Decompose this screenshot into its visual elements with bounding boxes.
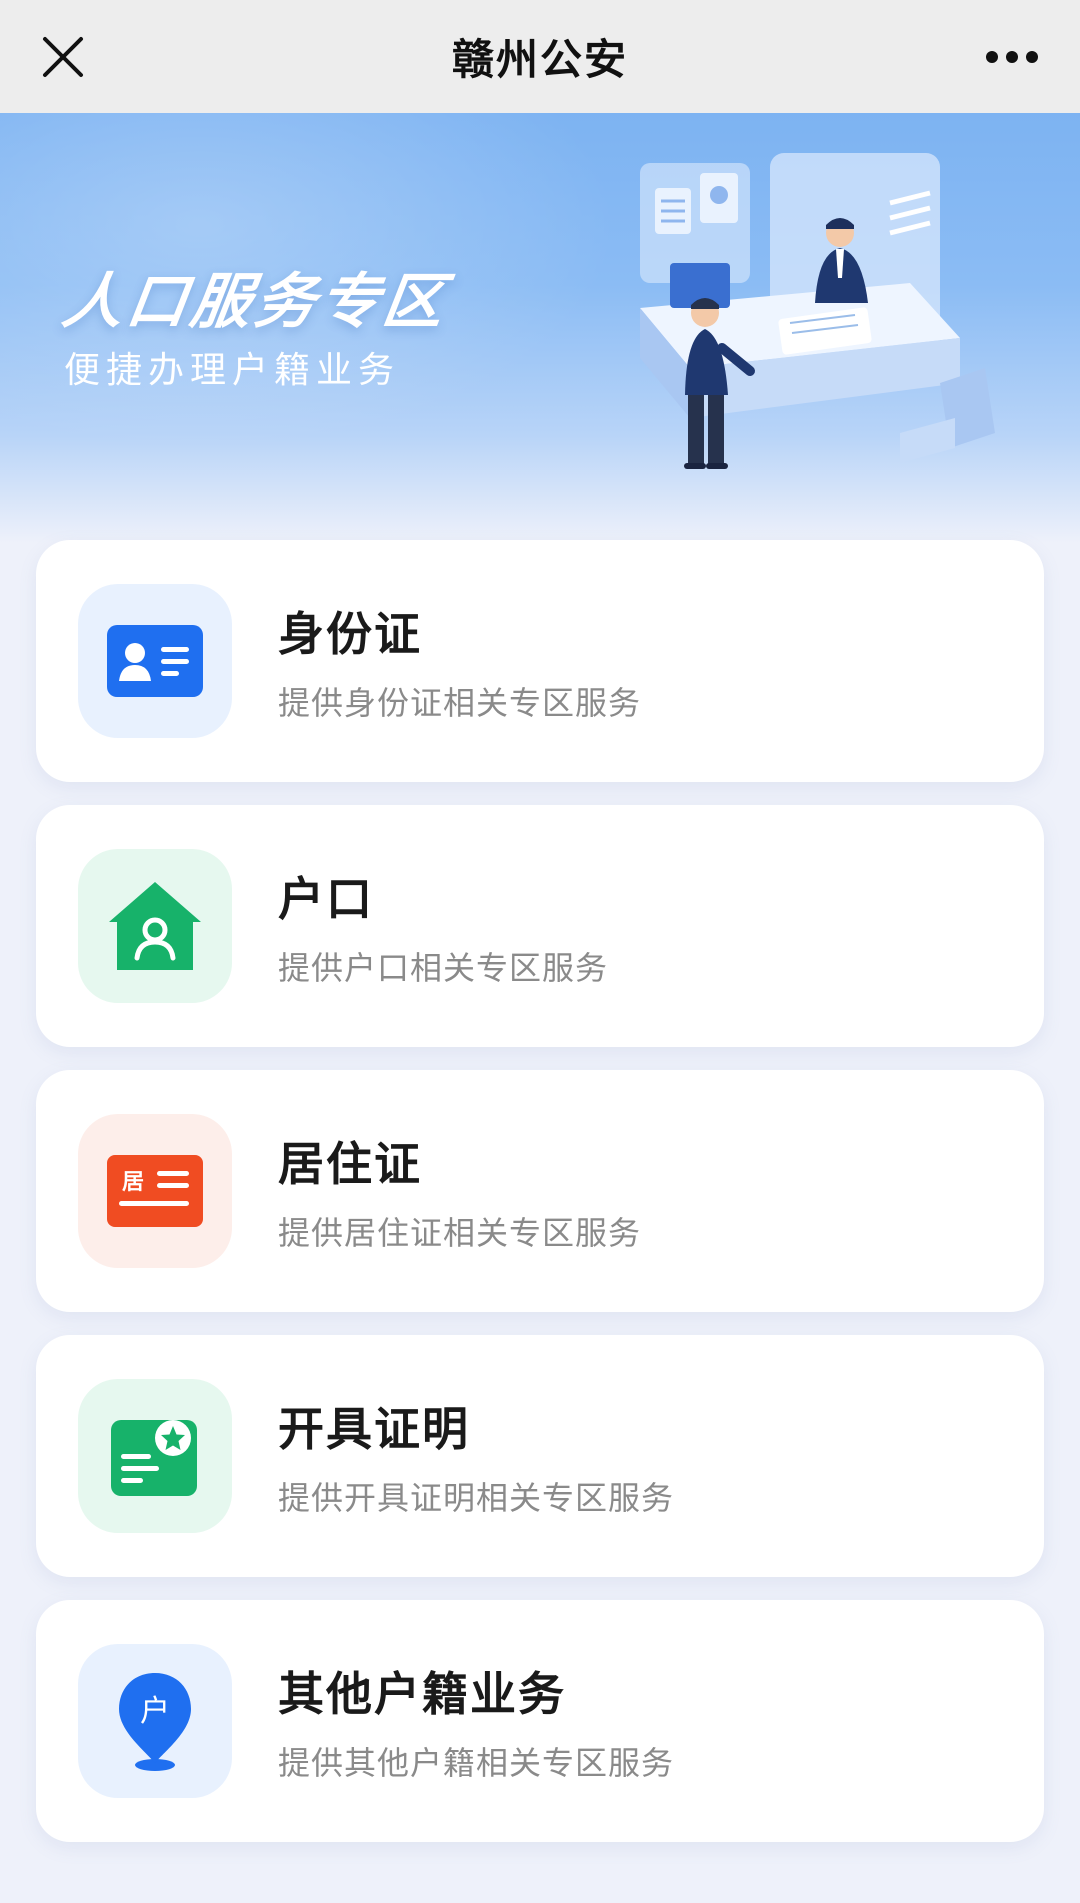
page: 赣州公安 人口服务专区 便捷办理户籍业务 身份证 提供身份证相关专区服务 户口 … xyxy=(0,0,1080,1903)
banner-subtitle: 便捷办理户籍业务 xyxy=(64,350,401,391)
card-title: 户口 xyxy=(278,872,374,926)
more-button[interactable] xyxy=(972,22,1052,92)
close-button[interactable] xyxy=(28,22,98,92)
card-title: 身份证 xyxy=(278,607,422,661)
card-title: 其他户籍业务 xyxy=(278,1667,566,1721)
card-description: 提供开具证明相关专区服务 xyxy=(278,1479,675,1517)
card-title: 开具证明 xyxy=(278,1402,470,1456)
banner-title: 人口服务专区 xyxy=(58,267,453,337)
card-description: 提供身份证相关专区服务 xyxy=(278,684,642,722)
id-card-icon xyxy=(107,625,203,697)
other-household-icon-container: 户 xyxy=(78,1644,232,1798)
service-card-household[interactable]: 户口 提供户口相关专区服务 xyxy=(36,805,1044,1047)
residence-icon-label: 居 xyxy=(122,1170,144,1195)
card-title: 居住证 xyxy=(278,1137,422,1191)
residence-permit-icon-container: 居 xyxy=(78,1114,232,1268)
service-card-list: 身份证 提供身份证相关专区服务 户口 提供户口相关专区服务 居 居住证 提供居住… xyxy=(36,540,1044,1865)
more-icon xyxy=(986,51,1038,63)
hero-banner: 人口服务专区 便捷办理户籍业务 xyxy=(0,113,1080,543)
top-navbar: 赣州公安 xyxy=(0,0,1080,113)
service-card-certificate[interactable]: 开具证明 提供开具证明相关专区服务 xyxy=(36,1335,1044,1577)
service-card-residence-permit[interactable]: 居 居住证 提供居住证相关专区服务 xyxy=(36,1070,1044,1312)
certificate-icon xyxy=(111,1420,197,1496)
page-title: 赣州公安 xyxy=(451,35,628,84)
card-description: 提供其他户籍相关专区服务 xyxy=(278,1744,675,1782)
certificate-icon-container xyxy=(78,1379,232,1533)
id-card-icon-container xyxy=(78,584,232,738)
household-house-icon xyxy=(109,882,201,970)
residence-permit-icon: 居 xyxy=(107,1155,203,1227)
household-icon-container xyxy=(78,849,232,1003)
service-card-id-card[interactable]: 身份证 提供身份证相关专区服务 xyxy=(36,540,1044,782)
card-description: 提供户口相关专区服务 xyxy=(278,949,609,987)
card-description: 提供居住证相关专区服务 xyxy=(278,1214,642,1252)
service-card-other-household[interactable]: 户 其他户籍业务 提供其他户籍相关专区服务 xyxy=(36,1600,1044,1842)
pin-icon-label: 户 xyxy=(140,1694,170,1729)
service-counter-illustration xyxy=(640,153,995,469)
location-pin-icon: 户 xyxy=(119,1673,191,1771)
close-icon xyxy=(43,37,83,77)
